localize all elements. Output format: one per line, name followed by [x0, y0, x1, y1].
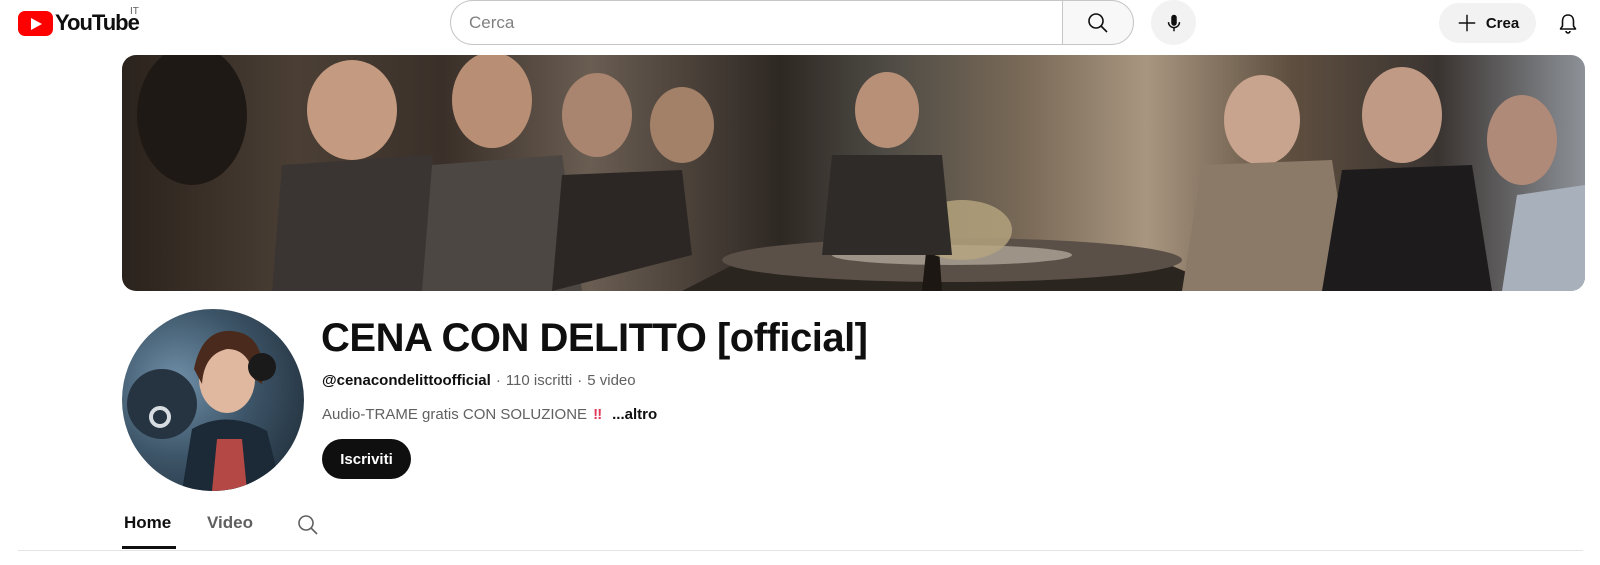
country-code: IT [130, 6, 139, 17]
youtube-play-icon [18, 10, 53, 36]
voice-search-button[interactable] [1151, 0, 1196, 45]
channel-tabs: Home Video [0, 505, 1600, 551]
bell-icon [1559, 14, 1577, 34]
channel-avatar[interactable] [122, 309, 304, 491]
search-bar [450, 0, 1134, 46]
create-button[interactable]: Crea [1439, 3, 1536, 43]
tabs-divider [18, 550, 1583, 551]
banner-artwork [137, 55, 1585, 291]
more-link[interactable]: ...altro [612, 406, 657, 423]
video-count: 5 video [587, 372, 636, 389]
channel-title: CENA CON DELITTO [official] [321, 316, 868, 360]
youtube-logo[interactable]: YouTube [18, 10, 140, 36]
channel-banner [122, 55, 1585, 291]
top-bar: YouTube IT Crea [0, 0, 1600, 46]
channel-handle[interactable]: @cenacondelittoofficial [322, 372, 491, 389]
channel-meta: @cenacondelittoofficial · 110 iscritti ·… [322, 372, 636, 389]
meta-separator: · [577, 372, 583, 389]
avatar-image [127, 330, 282, 491]
logo-text: YouTube [55, 10, 140, 35]
mic-icon [1167, 14, 1180, 31]
channel-description[interactable]: Audio-TRAME gratis CON SOLUZIONE ‼ ...al… [322, 406, 657, 423]
notifications-button[interactable] [1548, 4, 1588, 44]
search-button[interactable] [1062, 0, 1134, 45]
subscriber-count: 110 iscritti [505, 372, 573, 389]
create-label: Crea [1485, 14, 1520, 32]
search-input[interactable] [450, 0, 1062, 45]
double-exclamation-icon: ‼ [593, 406, 603, 423]
description-text: Audio-TRAME gratis CON SOLUZIONE [322, 406, 588, 423]
tab-video[interactable]: Video [207, 513, 253, 533]
plus-icon [1458, 14, 1476, 32]
tab-home[interactable]: Home [124, 513, 171, 533]
active-tab-indicator [122, 546, 176, 549]
search-icon [298, 515, 318, 535]
subscribe-button[interactable]: Iscriviti [322, 439, 411, 479]
channel-search-button[interactable] [296, 513, 320, 542]
search-icon [1088, 12, 1108, 33]
meta-separator: · [495, 372, 501, 389]
